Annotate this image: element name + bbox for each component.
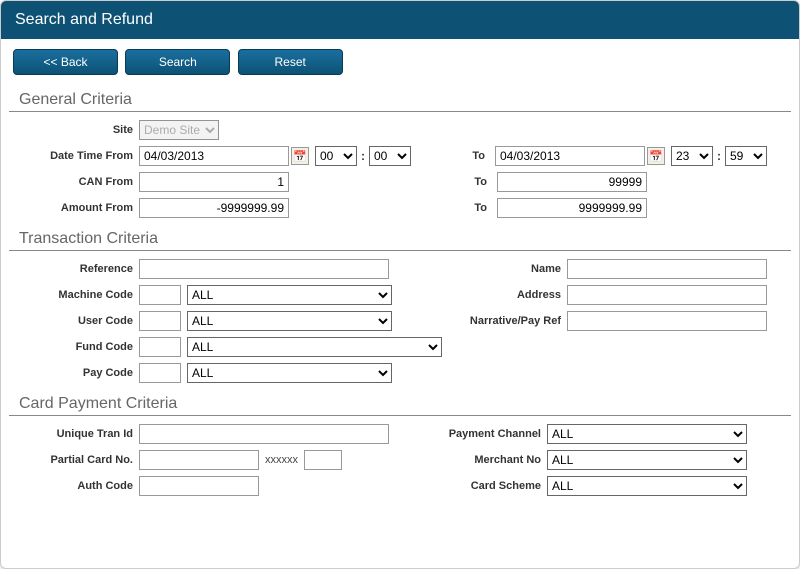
machine-code-label: Machine Code — [13, 289, 139, 301]
back-button[interactable]: << Back — [13, 49, 118, 75]
fund-code-label: Fund Code — [13, 341, 139, 353]
address-label: Address — [447, 289, 567, 301]
min-to-select[interactable]: 59 — [725, 146, 767, 166]
name-label: Name — [447, 263, 567, 275]
general-criteria-form: Site Demo Site Date Time From 📅 00 : 00 … — [1, 120, 799, 218]
site-select: Demo Site — [139, 120, 219, 140]
reference-label: Reference — [13, 263, 139, 275]
date-to-input[interactable] — [495, 146, 645, 166]
partial-card-prefix-input[interactable] — [139, 450, 259, 470]
user-code-input[interactable] — [139, 311, 181, 331]
can-from-input[interactable] — [139, 172, 289, 192]
fund-code-select[interactable]: ALL — [187, 337, 442, 357]
hour-from-select[interactable]: 00 — [315, 146, 357, 166]
narrative-input[interactable] — [567, 311, 767, 331]
utid-label: Unique Tran Id — [13, 428, 139, 440]
toolbar: << Back Search Reset — [1, 39, 799, 81]
address-input[interactable] — [567, 285, 767, 305]
merchant-select[interactable]: ALL — [547, 450, 747, 470]
date-from-label: Date Time From — [13, 150, 139, 162]
card-criteria-form: Unique Tran Id Payment Channel ALL Parti… — [1, 424, 799, 496]
machine-code-select[interactable]: ALL — [187, 285, 392, 305]
date-to-label: To — [441, 150, 491, 162]
user-code-label: User Code — [13, 315, 139, 327]
section-transaction-title: Transaction Criteria — [9, 224, 791, 251]
search-button[interactable]: Search — [125, 49, 230, 75]
colon-sep: : — [357, 149, 369, 163]
section-general-title: General Criteria — [9, 85, 791, 112]
pay-code-select[interactable]: ALL — [187, 363, 392, 383]
can-to-label: To — [443, 176, 493, 188]
can-to-input[interactable] — [497, 172, 647, 192]
channel-select[interactable]: ALL — [547, 424, 747, 444]
reset-button[interactable]: Reset — [238, 49, 343, 75]
utid-input[interactable] — [139, 424, 389, 444]
colon-sep: : — [713, 149, 725, 163]
can-from-label: CAN From — [13, 176, 139, 188]
amount-to-label: To — [443, 202, 493, 214]
section-card-title: Card Payment Criteria — [9, 389, 791, 416]
partial-card-label: Partial Card No. — [13, 454, 139, 466]
card-mask-text: xxxxxx — [259, 454, 304, 466]
narrative-label: Narrative/Pay Ref — [447, 315, 567, 327]
site-label: Site — [13, 124, 139, 136]
calendar-icon[interactable]: 📅 — [647, 147, 665, 165]
scheme-select[interactable]: ALL — [547, 476, 747, 496]
channel-label: Payment Channel — [427, 428, 547, 440]
hour-to-select[interactable]: 23 — [671, 146, 713, 166]
transaction-criteria-form: Reference Name Machine Code ALL Address — [1, 259, 799, 383]
date-from-input[interactable] — [139, 146, 289, 166]
pay-code-label: Pay Code — [13, 367, 139, 379]
user-code-select[interactable]: ALL — [187, 311, 392, 331]
auth-code-label: Auth Code — [13, 480, 139, 492]
amount-from-label: Amount From — [13, 202, 139, 214]
scheme-label: Card Scheme — [427, 480, 547, 492]
pay-code-input[interactable] — [139, 363, 181, 383]
app-window: Search and Refund << Back Search Reset G… — [0, 0, 800, 569]
partial-card-suffix-input[interactable] — [304, 450, 342, 470]
reference-input[interactable] — [139, 259, 389, 279]
page-title: Search and Refund — [15, 11, 153, 28]
fund-code-input[interactable] — [139, 337, 181, 357]
machine-code-input[interactable] — [139, 285, 181, 305]
name-input[interactable] — [567, 259, 767, 279]
min-from-select[interactable]: 00 — [369, 146, 411, 166]
amount-from-input[interactable] — [139, 198, 289, 218]
calendar-icon[interactable]: 📅 — [291, 147, 309, 165]
auth-code-input[interactable] — [139, 476, 259, 496]
amount-to-input[interactable] — [497, 198, 647, 218]
merchant-label: Merchant No — [427, 454, 547, 466]
page-header: Search and Refund — [1, 1, 799, 39]
